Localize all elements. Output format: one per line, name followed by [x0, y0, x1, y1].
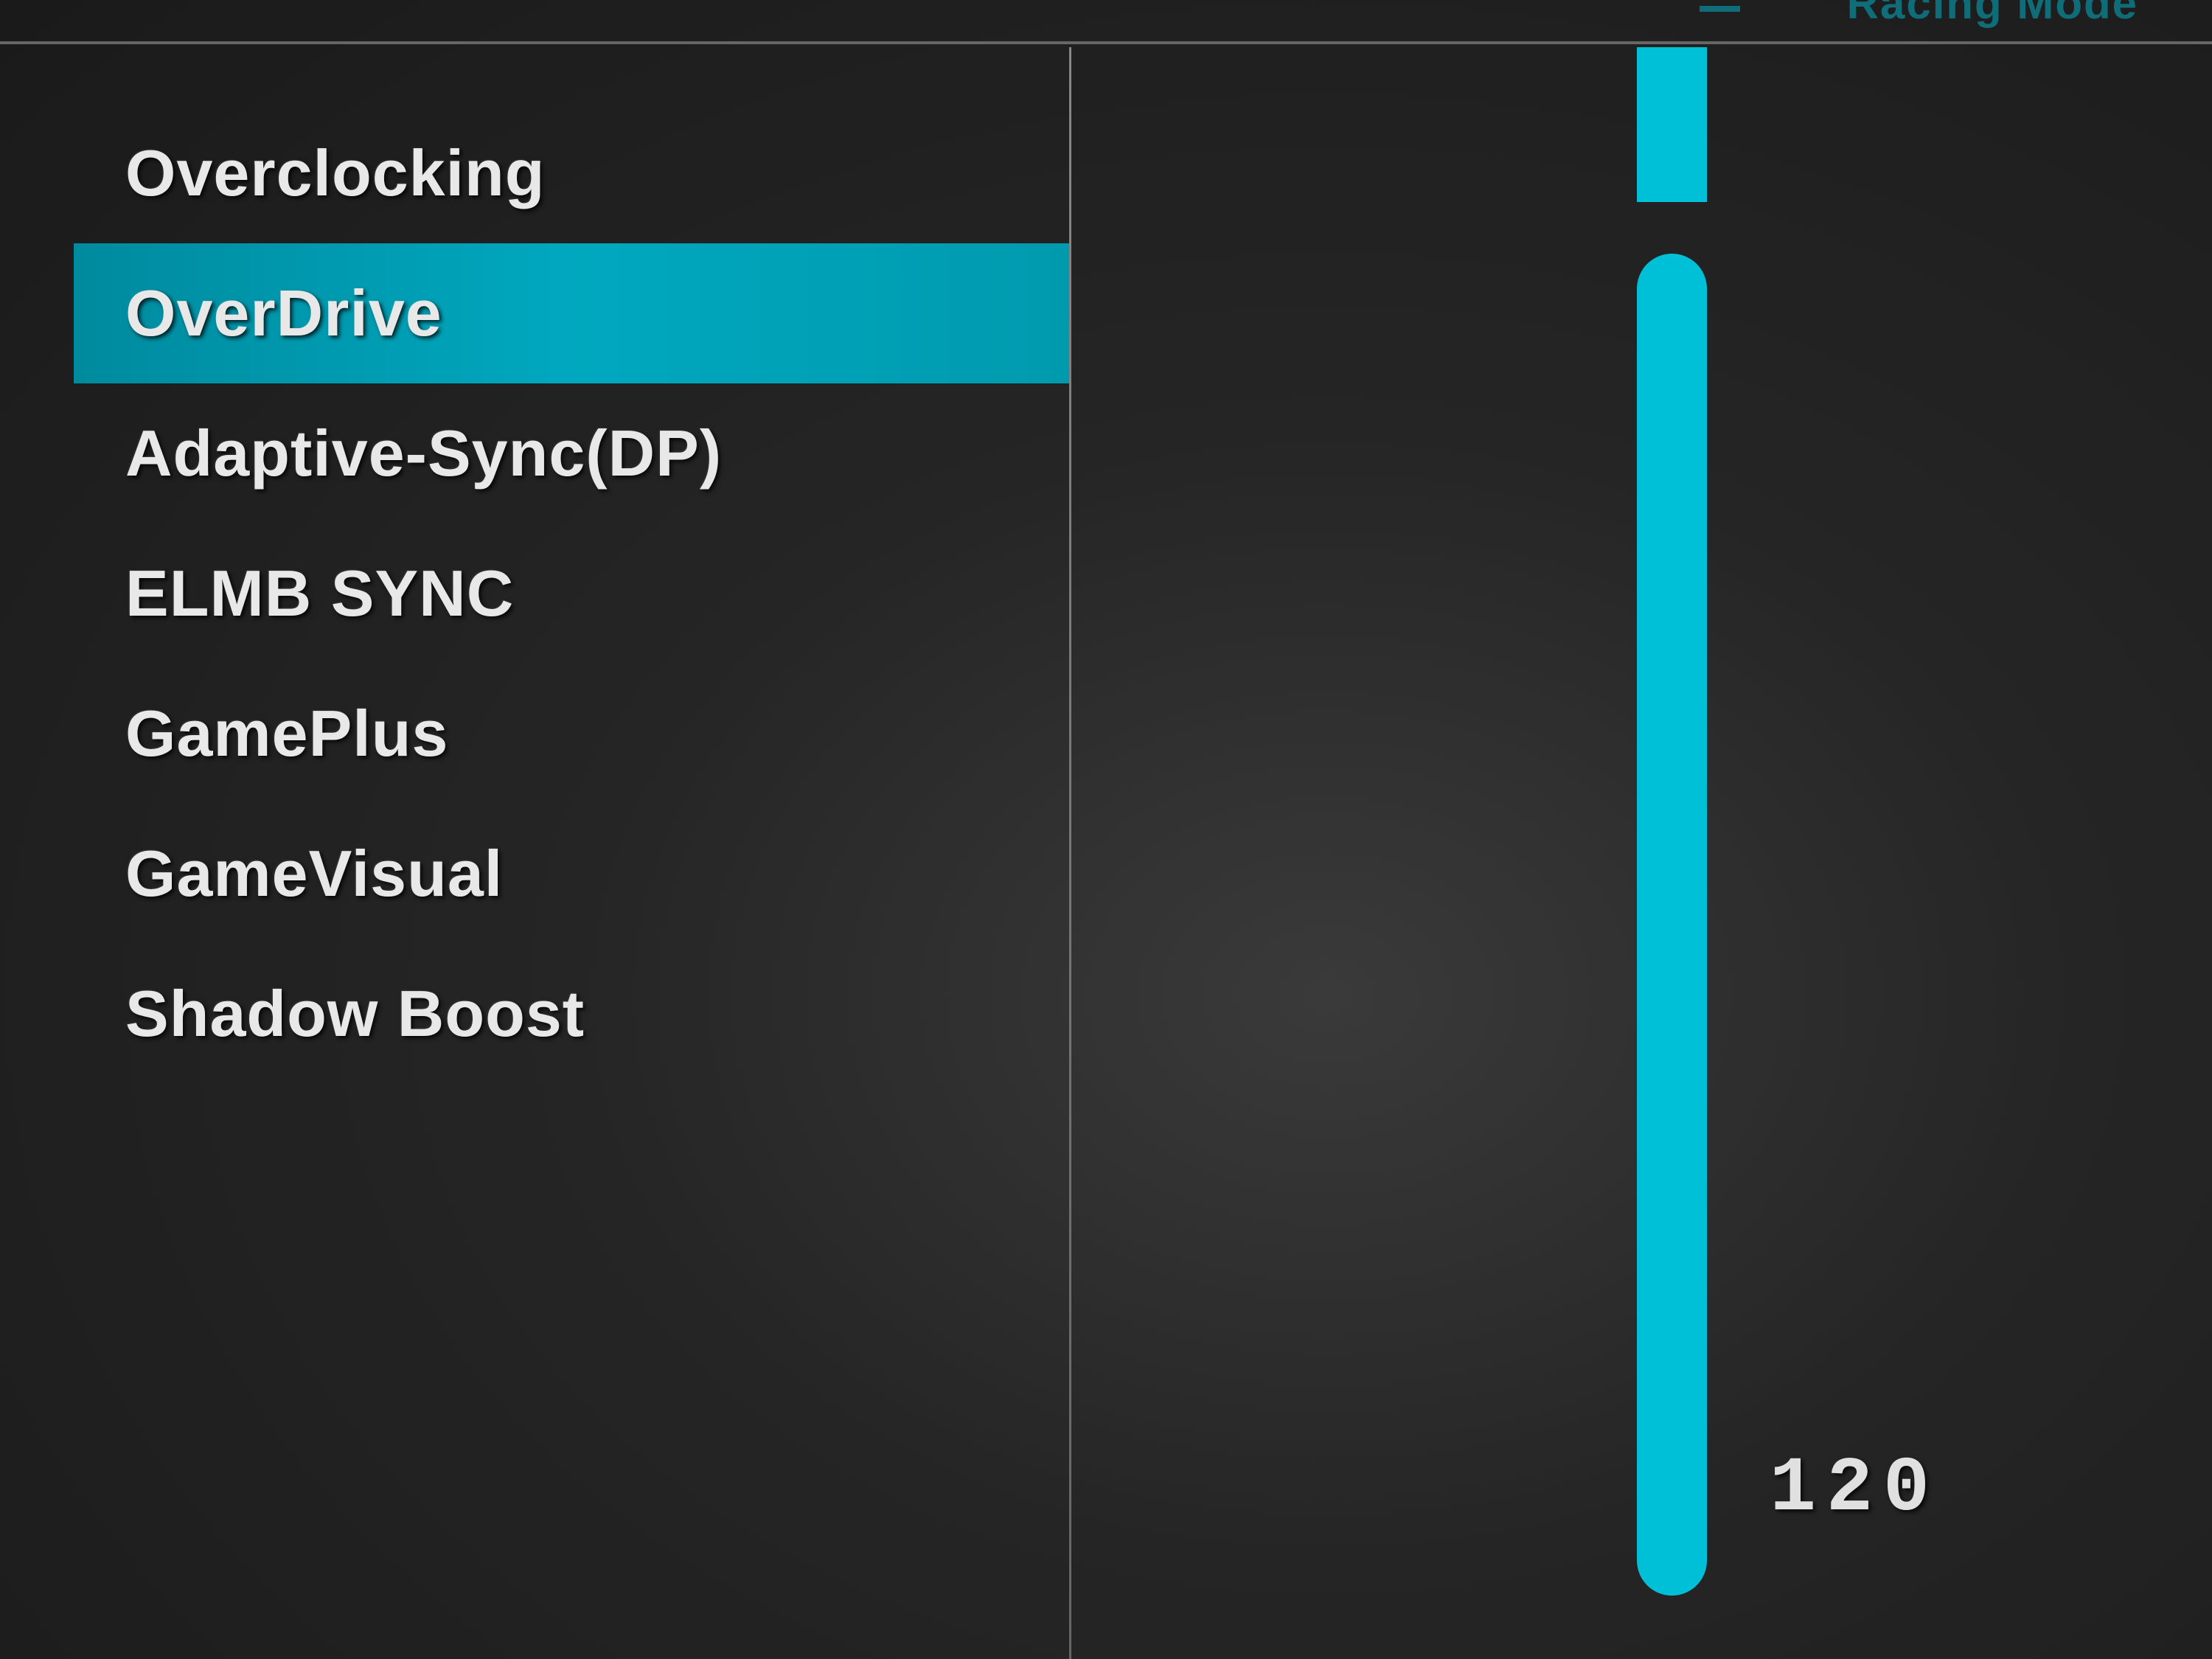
menu-icon: [1700, 0, 1740, 12]
menu-item-elmb-sync[interactable]: ELMB SYNC: [74, 524, 1069, 664]
value-slider[interactable]: [1622, 47, 1770, 1596]
menu-item-overdrive[interactable]: OverDrive: [74, 243, 1069, 383]
slider-handle[interactable]: [1637, 47, 1707, 202]
slider-value-label: 120: [1770, 1445, 1940, 1533]
mode-label: Racing Mode: [1847, 0, 2138, 29]
top-bar: Racing Mode: [0, 0, 2212, 44]
menu-item-gameplus[interactable]: GamePlus: [74, 664, 1069, 804]
menu-item-gamevisual[interactable]: GameVisual: [74, 804, 1069, 944]
vertical-divider: [1069, 47, 1071, 1659]
menu-item-overclocking[interactable]: Overclocking: [74, 103, 1069, 243]
menu-item-shadow-boost[interactable]: Shadow Boost: [74, 944, 1069, 1084]
slider-track[interactable]: [1637, 254, 1707, 1596]
menu-item-adaptive-sync[interactable]: Adaptive-Sync(DP): [74, 383, 1069, 524]
settings-menu: Overclocking OverDrive Adaptive-Sync(DP)…: [74, 103, 1069, 1084]
